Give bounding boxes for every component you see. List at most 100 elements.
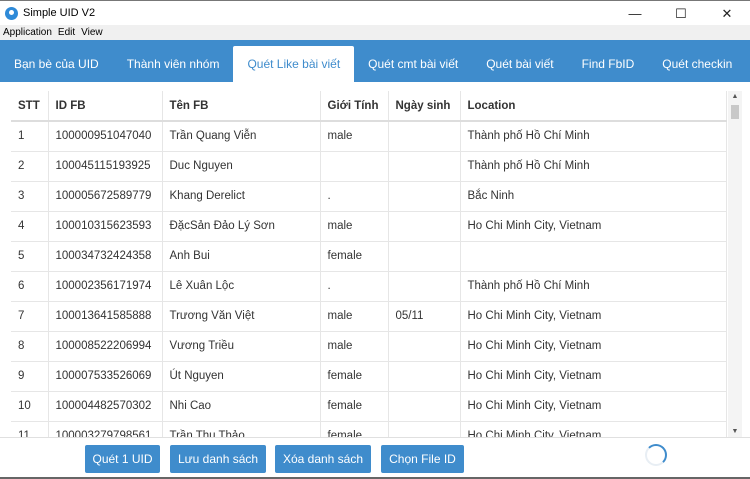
action-bar: Quét 1 UID Lưu danh sách Xóa danh sách C… bbox=[0, 437, 750, 479]
table-row[interactable]: 4 100010315623593 ĐặcSản Đảo Lý Sơn male Ho … bbox=[11, 210, 727, 241]
table-cell: ĐặcSản Đảo Lý Sơn bbox=[162, 210, 321, 241]
table-cell bbox=[388, 210, 461, 241]
column-header[interactable]: Ngày sinh bbox=[388, 91, 461, 122]
table-row[interactable]: 7 100013641585888 Trương Văn Việt male 05/11… bbox=[11, 300, 727, 331]
table-cell: 100000951047040 bbox=[48, 120, 163, 151]
table-cell: 100008522206994 bbox=[48, 330, 163, 361]
table-cell: 11 bbox=[11, 420, 49, 437]
table-row[interactable]: 10 100004482570302 Nhi Cao female Ho Chi Min… bbox=[11, 390, 727, 421]
table-cell: 100034732424358 bbox=[48, 240, 163, 271]
menu-edit[interactable]: Edit bbox=[55, 27, 78, 38]
table-cell: 100004482570302 bbox=[48, 390, 163, 421]
table-cell: 7 bbox=[11, 300, 49, 331]
table-cell bbox=[388, 390, 461, 421]
tab-quet-cmt[interactable]: Quét cmt bài viết bbox=[354, 46, 472, 82]
table-cell: male bbox=[320, 210, 389, 241]
table-cell: 3 bbox=[11, 180, 49, 211]
table-cell: male bbox=[320, 120, 389, 151]
clear-list-button[interactable]: Xóa danh sách bbox=[275, 445, 371, 473]
tab-find-fbid[interactable]: Find FbID bbox=[568, 46, 649, 82]
vertical-scrollbar[interactable]: ▲ ▼ bbox=[728, 91, 742, 437]
table-cell: Trương Văn Việt bbox=[162, 300, 321, 331]
table-cell: 100010315623593 bbox=[48, 210, 163, 241]
menu-view[interactable]: View bbox=[78, 27, 106, 38]
column-header[interactable]: Location bbox=[460, 91, 727, 122]
table-cell: Nhi Cao bbox=[162, 390, 321, 421]
app-user-icon bbox=[5, 6, 18, 20]
table-cell: 10 bbox=[11, 390, 49, 421]
table-cell: male bbox=[320, 330, 389, 361]
scrollbar-thumb[interactable] bbox=[731, 105, 739, 119]
column-header[interactable]: Giới Tính bbox=[320, 91, 389, 122]
table-cell: 4 bbox=[11, 210, 49, 241]
results-table: STT ID FB Tên FB Giới Tính Ngày sinh Location… bbox=[11, 91, 727, 437]
table-cell: Ho Chi Minh City, Vietnam bbox=[460, 360, 727, 391]
table-cell: Anh Bui bbox=[162, 240, 321, 271]
table-cell: Ho Chi Minh City, Vietnam bbox=[460, 330, 727, 361]
tab-bar: Bạn bè của UID Thành viên nhóm Quét Like… bbox=[0, 40, 750, 82]
maximize-button[interactable]: ☐ bbox=[658, 1, 704, 26]
save-list-button[interactable]: Lưu danh sách bbox=[170, 445, 266, 473]
table-row[interactable]: 5 100034732424358 Anh Bui female bbox=[11, 240, 727, 271]
window-title: Simple UID V2 bbox=[23, 7, 96, 19]
table-cell: 05/11 bbox=[388, 300, 461, 331]
table-cell bbox=[460, 240, 727, 271]
table-cell bbox=[388, 270, 461, 301]
table-cell: 6 bbox=[11, 270, 49, 301]
menu-bar: Application Edit View bbox=[0, 25, 750, 40]
table-cell: Ho Chi Minh City, Vietnam bbox=[460, 390, 727, 421]
table-cell: 2 bbox=[11, 150, 49, 181]
table-cell bbox=[388, 150, 461, 181]
table-cell: . bbox=[320, 180, 389, 211]
column-header[interactable]: Tên FB bbox=[162, 91, 321, 122]
table-cell bbox=[388, 180, 461, 211]
table-cell: 100005672589779 bbox=[48, 180, 163, 211]
table-cell: 100002356171974 bbox=[48, 270, 163, 301]
table-cell bbox=[388, 120, 461, 151]
table-cell: female bbox=[320, 390, 389, 421]
minimize-button[interactable]: — bbox=[612, 1, 658, 26]
table-cell: Khang Derelict bbox=[162, 180, 321, 211]
table-cell: 100007533526069 bbox=[48, 360, 163, 391]
table-row[interactable]: 6 100002356171974 Lê Xuân Lộc. Thành phố Hồ… bbox=[11, 270, 727, 301]
scan-one-uid-button[interactable]: Quét 1 UID bbox=[85, 445, 160, 473]
table-row[interactable]: 3 100005672589779 Khang Derelict. Bắc Ninh bbox=[11, 180, 727, 211]
table-cell: Trần Thu Thảo bbox=[162, 420, 321, 437]
title-bar: Simple UID V2 — ☐ ✕ bbox=[0, 0, 750, 25]
table-cell: male bbox=[320, 300, 389, 331]
tab-quet-like[interactable]: Quét Like bài viết bbox=[233, 46, 355, 82]
table-cell: 9 bbox=[11, 360, 49, 391]
table-cell: 5 bbox=[11, 240, 49, 271]
table-row[interactable]: 1 100000951047040 Trần Quang Viễn male Thành… bbox=[11, 120, 727, 151]
table-cell: Thành phố Hồ Chí Minh bbox=[460, 270, 727, 301]
tab-quet-bai-viet[interactable]: Quét bài viết bbox=[472, 46, 567, 82]
table-cell bbox=[388, 240, 461, 271]
table-row[interactable]: 9 100007533526069 Út Nguyen female Ho Chi Mi… bbox=[11, 360, 727, 391]
scroll-up-icon[interactable]: ▲ bbox=[728, 93, 742, 100]
table-cell bbox=[320, 150, 389, 181]
table-cell bbox=[388, 420, 461, 437]
tab-ban-be-uid[interactable]: Bạn bè của UID bbox=[0, 46, 113, 82]
table-cell: 100003279798561 bbox=[48, 420, 163, 437]
table-cell: Bắc Ninh bbox=[460, 180, 727, 211]
table-row[interactable]: 8 100008522206994 Vương Triều male Ho Chi Mi… bbox=[11, 330, 727, 361]
table-cell: Ho Chi Minh City, Vietnam bbox=[460, 300, 727, 331]
scroll-down-icon[interactable]: ▼ bbox=[728, 428, 742, 435]
menu-application[interactable]: Application bbox=[0, 27, 55, 38]
table-cell: 8 bbox=[11, 330, 49, 361]
table-cell: 100013641585888 bbox=[48, 300, 163, 331]
table-row[interactable]: 11 100003279798561 Trần Thu Thảo female Ho C… bbox=[11, 420, 727, 437]
table-cell: Vương Triều bbox=[162, 330, 321, 361]
table-cell: female bbox=[320, 360, 389, 391]
loading-spinner-icon bbox=[645, 444, 667, 466]
choose-file-button[interactable]: Chọn File ID bbox=[381, 445, 464, 473]
column-header[interactable]: ID FB bbox=[48, 91, 163, 122]
table-cell bbox=[388, 330, 461, 361]
table-row[interactable]: 2 100045115193925 Duc Nguyen Thành phố Hồ C… bbox=[11, 150, 727, 181]
table-cell: 1 bbox=[11, 120, 49, 151]
column-header[interactable]: STT bbox=[11, 91, 49, 122]
tab-quet-checkin[interactable]: Quét checkin bbox=[648, 46, 746, 82]
tab-thanh-vien-nhom[interactable]: Thành viên nhóm bbox=[113, 46, 234, 82]
table-cell: 100045115193925 bbox=[48, 150, 163, 181]
close-button[interactable]: ✕ bbox=[704, 1, 750, 26]
